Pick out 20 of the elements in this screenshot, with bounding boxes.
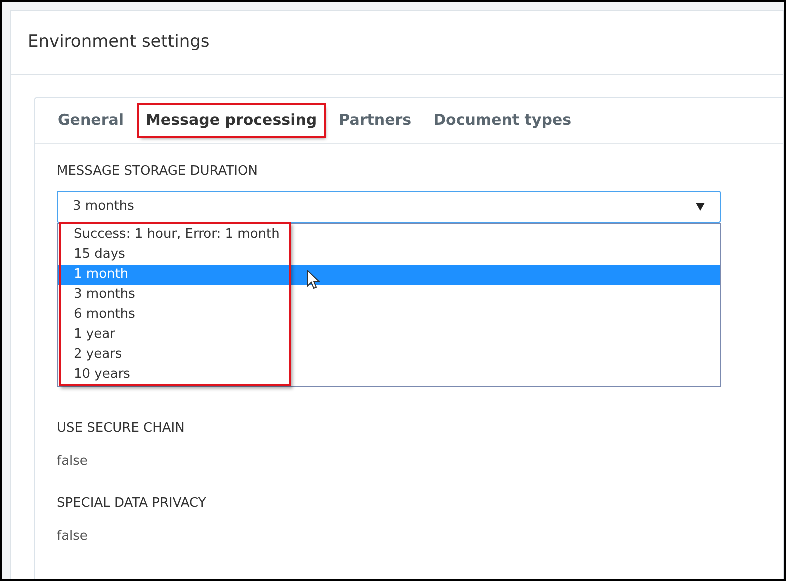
page-title: Environment settings <box>28 30 210 54</box>
duration-select[interactable]: 3 months <box>57 190 721 222</box>
caret-icon <box>696 202 705 210</box>
field-label: MESSAGE STORAGE DURATION <box>57 163 259 181</box>
tab[interactable]: Message processing <box>139 105 324 136</box>
field-value: false <box>57 528 89 546</box>
dropdown-option[interactable]: 6 months <box>58 304 720 324</box>
tab[interactable]: General <box>51 105 131 136</box>
dropdown-option[interactable]: 1 year <box>58 324 720 344</box>
tab[interactable]: Document types <box>426 105 579 136</box>
field-value: false <box>57 453 89 471</box>
dropdown-option[interactable]: 2 years <box>58 344 720 364</box>
field-label: SPECIAL DATA PRIVACY <box>57 494 208 512</box>
field-label: USE SECURE CHAIN <box>57 420 186 438</box>
dropdown-option[interactable]: 10 years <box>58 364 720 384</box>
tab[interactable]: Partners <box>332 105 419 136</box>
mouse-cursor-icon <box>307 270 320 290</box>
dropdown-option[interactable]: 15 days <box>58 244 720 264</box>
dropdown-option[interactable]: Success: 1 hour, Error: 1 month <box>58 224 720 244</box>
dropdown-option[interactable]: 3 months <box>58 284 720 304</box>
